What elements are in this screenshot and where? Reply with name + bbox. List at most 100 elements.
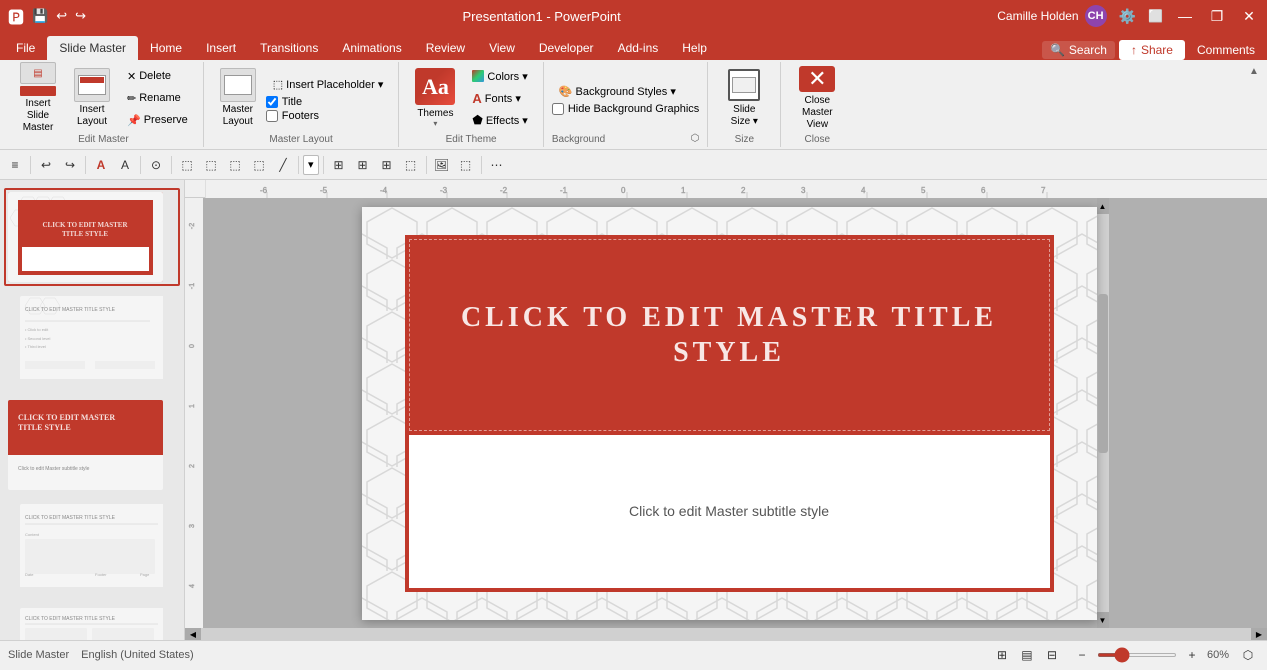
background-expand-icon[interactable]: ⬡ bbox=[691, 133, 700, 144]
toolbar-shape-1[interactable]: ⬚ bbox=[176, 154, 198, 176]
insert-slide-master-button[interactable]: ▤ Insert Slide Master bbox=[12, 65, 64, 131]
vertical-scrollbar[interactable]: ▲ ▼ bbox=[1097, 198, 1109, 628]
title-bar-left: 🅿 💾 ↩ ↪ bbox=[8, 4, 86, 28]
rename-icon: ✏ bbox=[127, 92, 136, 105]
subtitle-text-box[interactable]: Click to edit Master subtitle style bbox=[409, 435, 1050, 587]
preserve-button[interactable]: 📌 Preserve bbox=[120, 110, 195, 130]
scroll-down-button[interactable]: ▼ bbox=[1097, 612, 1109, 628]
language-status: English (United States) bbox=[81, 649, 194, 661]
zoom-control: − + 60% bbox=[1071, 644, 1229, 666]
toolbar-arrange-button[interactable]: ⬚ bbox=[455, 154, 477, 176]
scroll-up-button[interactable]: ▲ bbox=[1097, 198, 1109, 214]
insert-placeholder-col: ⬚ Insert Placeholder ▾ Title Footers bbox=[266, 74, 391, 122]
tab-slide-master[interactable]: Slide Master bbox=[47, 36, 138, 60]
close-master-view-button[interactable]: ✕ CloseMaster View bbox=[789, 65, 845, 131]
slide-thumb-5[interactable]: CLICK TO EDIT MASTER TITLE STYLE Date Fo… bbox=[16, 604, 180, 640]
zoom-out-button[interactable]: − bbox=[1071, 644, 1093, 666]
toolbar-align-left[interactable]: ⊞ bbox=[328, 154, 350, 176]
minimize-button[interactable]: — bbox=[1175, 6, 1195, 26]
slide-size-button[interactable]: SlideSize ▾ bbox=[716, 65, 772, 131]
restore-button[interactable]: ❐ bbox=[1207, 6, 1227, 26]
search-label: Search bbox=[1069, 43, 1107, 57]
effects-button[interactable]: ⬟ Effects ▾ bbox=[465, 110, 534, 130]
quick-access-redo-icon[interactable]: ↪ bbox=[75, 8, 86, 24]
slide-thumb-2[interactable]: CLICK TO EDIT MASTER TITLE STYLE • Click… bbox=[16, 292, 180, 390]
insert-layout-button[interactable]: Insert Layout bbox=[66, 65, 118, 131]
ribbon-display-icon[interactable]: ⬜ bbox=[1148, 9, 1163, 23]
svg-text:Date: Date bbox=[25, 572, 34, 577]
tab-transitions[interactable]: Transitions bbox=[248, 36, 330, 60]
title-text-box[interactable]: Click to Edit Master Title Style bbox=[409, 239, 1050, 432]
toolbar-more-button[interactable]: ⋯ bbox=[486, 154, 508, 176]
tab-developer[interactable]: Developer bbox=[527, 36, 606, 60]
slide-content-area[interactable]: Click to Edit Master Title Style Click t… bbox=[405, 235, 1054, 592]
tab-insert[interactable]: Insert bbox=[194, 36, 248, 60]
toolbar-highlight-button[interactable]: A bbox=[114, 154, 136, 176]
fonts-button[interactable]: A Fonts ▾ bbox=[465, 88, 534, 108]
tab-home[interactable]: Home bbox=[138, 36, 194, 60]
quick-access-undo-icon[interactable]: ↩ bbox=[56, 8, 67, 24]
slide-thumb-3[interactable]: CLICK TO EDIT MASTER TITLE STYLE Click t… bbox=[4, 396, 180, 494]
main-area: CLICK TO EDIT MASTER TITLE STYLE CLICK T… bbox=[0, 180, 1267, 640]
toolbar-shape-5[interactable]: ╱ bbox=[272, 154, 294, 176]
close-button[interactable]: ✕ bbox=[1239, 6, 1259, 26]
toolbar-shape-4[interactable]: ⬚ bbox=[248, 154, 270, 176]
slide-thumb-4[interactable]: CLICK TO EDIT MASTER TITLE STYLE Content… bbox=[16, 500, 180, 598]
toolbar-redo-button[interactable]: ↪ bbox=[59, 154, 81, 176]
toolbar-sep-6 bbox=[323, 156, 324, 174]
horizontal-scrollbar[interactable]: ◀ ▶ bbox=[185, 628, 1267, 640]
toolbar-font-color-button[interactable]: A bbox=[90, 154, 112, 176]
status-right: ⊞ ▤ ⊟ − + 60% ⬡ bbox=[991, 644, 1259, 666]
outline-view-button[interactable]: ▤ bbox=[1016, 644, 1038, 666]
background-styles-button[interactable]: 🎨 Background Styles ▾ bbox=[552, 81, 699, 101]
toolbar-image-button[interactable]: 🖼 bbox=[431, 154, 453, 176]
scroll-track bbox=[1097, 214, 1109, 612]
toolbar-shape-2[interactable]: ⬚ bbox=[200, 154, 222, 176]
master-layout-button[interactable]: Master Layout bbox=[212, 65, 264, 131]
title-bar-title: Presentation1 - PowerPoint bbox=[86, 9, 997, 24]
toolbar-circle-button[interactable]: ⊙ bbox=[145, 154, 167, 176]
toolbar-shape-3[interactable]: ⬚ bbox=[224, 154, 246, 176]
scroll-thumb[interactable] bbox=[1098, 294, 1108, 453]
hide-background-checkbox[interactable] bbox=[552, 103, 564, 115]
slide-thumb-1[interactable]: CLICK TO EDIT MASTER TITLE STYLE bbox=[4, 188, 180, 286]
slide-canvas[interactable]: Click to Edit Master Title Style Click t… bbox=[362, 207, 1097, 620]
fit-page-button[interactable]: ⬡ bbox=[1237, 644, 1259, 666]
slide-sorter-button[interactable]: ⊟ bbox=[1041, 644, 1063, 666]
options-icon[interactable]: ⚙️ bbox=[1119, 8, 1136, 25]
search-bar[interactable]: 🔍 Search bbox=[1042, 41, 1115, 59]
rename-button[interactable]: ✏ Rename bbox=[120, 88, 195, 108]
svg-text:3: 3 bbox=[801, 186, 806, 195]
toolbar-dropdown[interactable]: ▾ bbox=[303, 155, 319, 175]
tab-file[interactable]: File bbox=[4, 36, 47, 60]
tab-review[interactable]: Review bbox=[414, 36, 477, 60]
comments-button[interactable]: Comments bbox=[1189, 40, 1263, 60]
title-checkbox[interactable] bbox=[266, 96, 278, 108]
collapse-ribbon-button[interactable]: ▲ bbox=[1245, 62, 1263, 80]
secondary-toolbar: ≡ ↩ ↪ A A ⊙ ⬚ ⬚ ⬚ ⬚ ╱ ▾ ⊞ ⊞ ⊞ ⬚ 🖼 ⬚ ⋯ bbox=[0, 150, 1267, 180]
tab-help[interactable]: Help bbox=[670, 36, 719, 60]
normal-view-button[interactable]: ⊞ bbox=[991, 644, 1013, 666]
scroll-left-button[interactable]: ◀ bbox=[185, 628, 201, 640]
delete-button[interactable]: ✕ Delete bbox=[120, 66, 195, 86]
svg-text:CLICK TO EDIT MASTER: CLICK TO EDIT MASTER bbox=[18, 413, 115, 422]
colors-button[interactable]: Colors ▾ bbox=[465, 66, 534, 86]
tab-view[interactable]: View bbox=[477, 36, 527, 60]
toolbar-align-center[interactable]: ⊞ bbox=[352, 154, 374, 176]
insert-placeholder-button[interactable]: ⬚ Insert Placeholder ▾ bbox=[266, 74, 391, 94]
themes-button[interactable]: Aa Themes ▾ bbox=[407, 65, 463, 131]
toolbar-align-right[interactable]: ⊞ bbox=[376, 154, 398, 176]
svg-text:2: 2 bbox=[741, 186, 746, 195]
zoom-slider[interactable] bbox=[1097, 653, 1177, 657]
ribbon-tabs: File Slide Master Home Insert Transition… bbox=[0, 32, 1267, 60]
quick-access-save-icon[interactable]: 💾 bbox=[32, 8, 48, 24]
tab-animations[interactable]: Animations bbox=[330, 36, 413, 60]
toolbar-undo-button[interactable]: ↩ bbox=[35, 154, 57, 176]
footers-checkbox[interactable] bbox=[266, 110, 278, 122]
toolbar-crop-button[interactable]: ⬚ bbox=[400, 154, 422, 176]
zoom-in-button[interactable]: + bbox=[1181, 644, 1203, 666]
share-button[interactable]: ↑ Share bbox=[1119, 40, 1185, 60]
toolbar-grid-button[interactable]: ≡ bbox=[4, 154, 26, 176]
tab-addins[interactable]: Add-ins bbox=[606, 36, 671, 60]
scroll-right-button[interactable]: ▶ bbox=[1251, 628, 1267, 640]
